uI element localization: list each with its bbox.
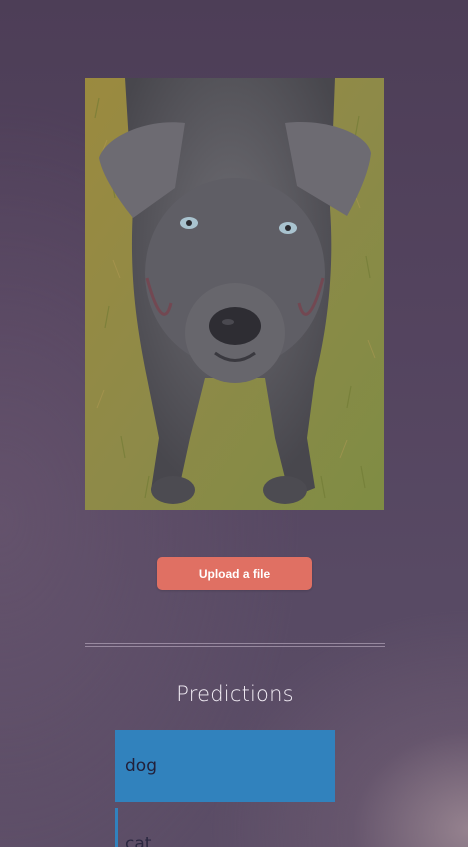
section-divider [85, 646, 385, 647]
prediction-item-cat: cat [115, 808, 335, 847]
prediction-label: cat [125, 834, 152, 847]
prediction-item-dog: dog [115, 730, 335, 802]
dog-photo-icon [85, 78, 384, 510]
upload-file-button[interactable]: Upload a file [157, 557, 312, 590]
predictions-heading: Predictions [176, 682, 294, 706]
prediction-label: dog [125, 756, 157, 776]
uploaded-photo [85, 78, 384, 510]
prediction-list: dog cat [115, 730, 335, 847]
section-divider [85, 643, 385, 644]
